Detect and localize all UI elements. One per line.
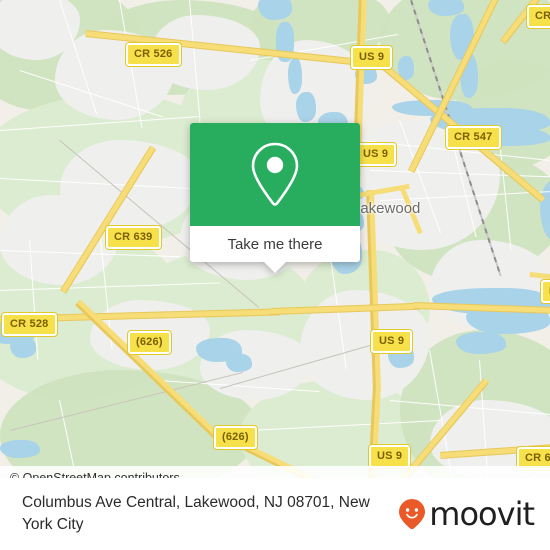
road-shield: N [539, 279, 550, 304]
road-shield: US 9 [353, 142, 398, 167]
road-shield: CR 547 [445, 125, 502, 150]
road-shield: CR 526 [125, 42, 182, 67]
popup-pointer [264, 262, 286, 273]
map-pin-icon [248, 140, 302, 210]
map-screenshot: Lakewood CR 526 US 9 CR CR 547 US 9 CR 639 CR … [0, 0, 550, 550]
moovit-wordmark: moovit [429, 495, 535, 533]
road-shield: CR [525, 4, 550, 29]
road-shield: US 9 [367, 444, 412, 469]
address-label: Columbus Ave Central, Lakewood, NJ 08701… [22, 494, 370, 533]
road-shield: (626) [213, 425, 258, 450]
road-shield: (626) [127, 330, 172, 355]
road-shield: US 9 [349, 45, 394, 70]
popup-action-bar[interactable]: Take me there [190, 226, 360, 262]
road-shield: US 9 [369, 329, 414, 354]
moovit-logo[interactable]: moovit [399, 495, 550, 533]
moovit-pin-icon [399, 499, 426, 530]
road-shield: CR 639 [105, 225, 162, 250]
road-shield: CR 528 [1, 312, 58, 337]
take-me-there-label: Take me there [227, 235, 323, 253]
popup-header [190, 123, 360, 226]
take-me-there-popup[interactable]: Take me there [190, 123, 360, 273]
footer-bar: Columbus Ave Central, Lakewood, NJ 08701… [0, 478, 550, 550]
